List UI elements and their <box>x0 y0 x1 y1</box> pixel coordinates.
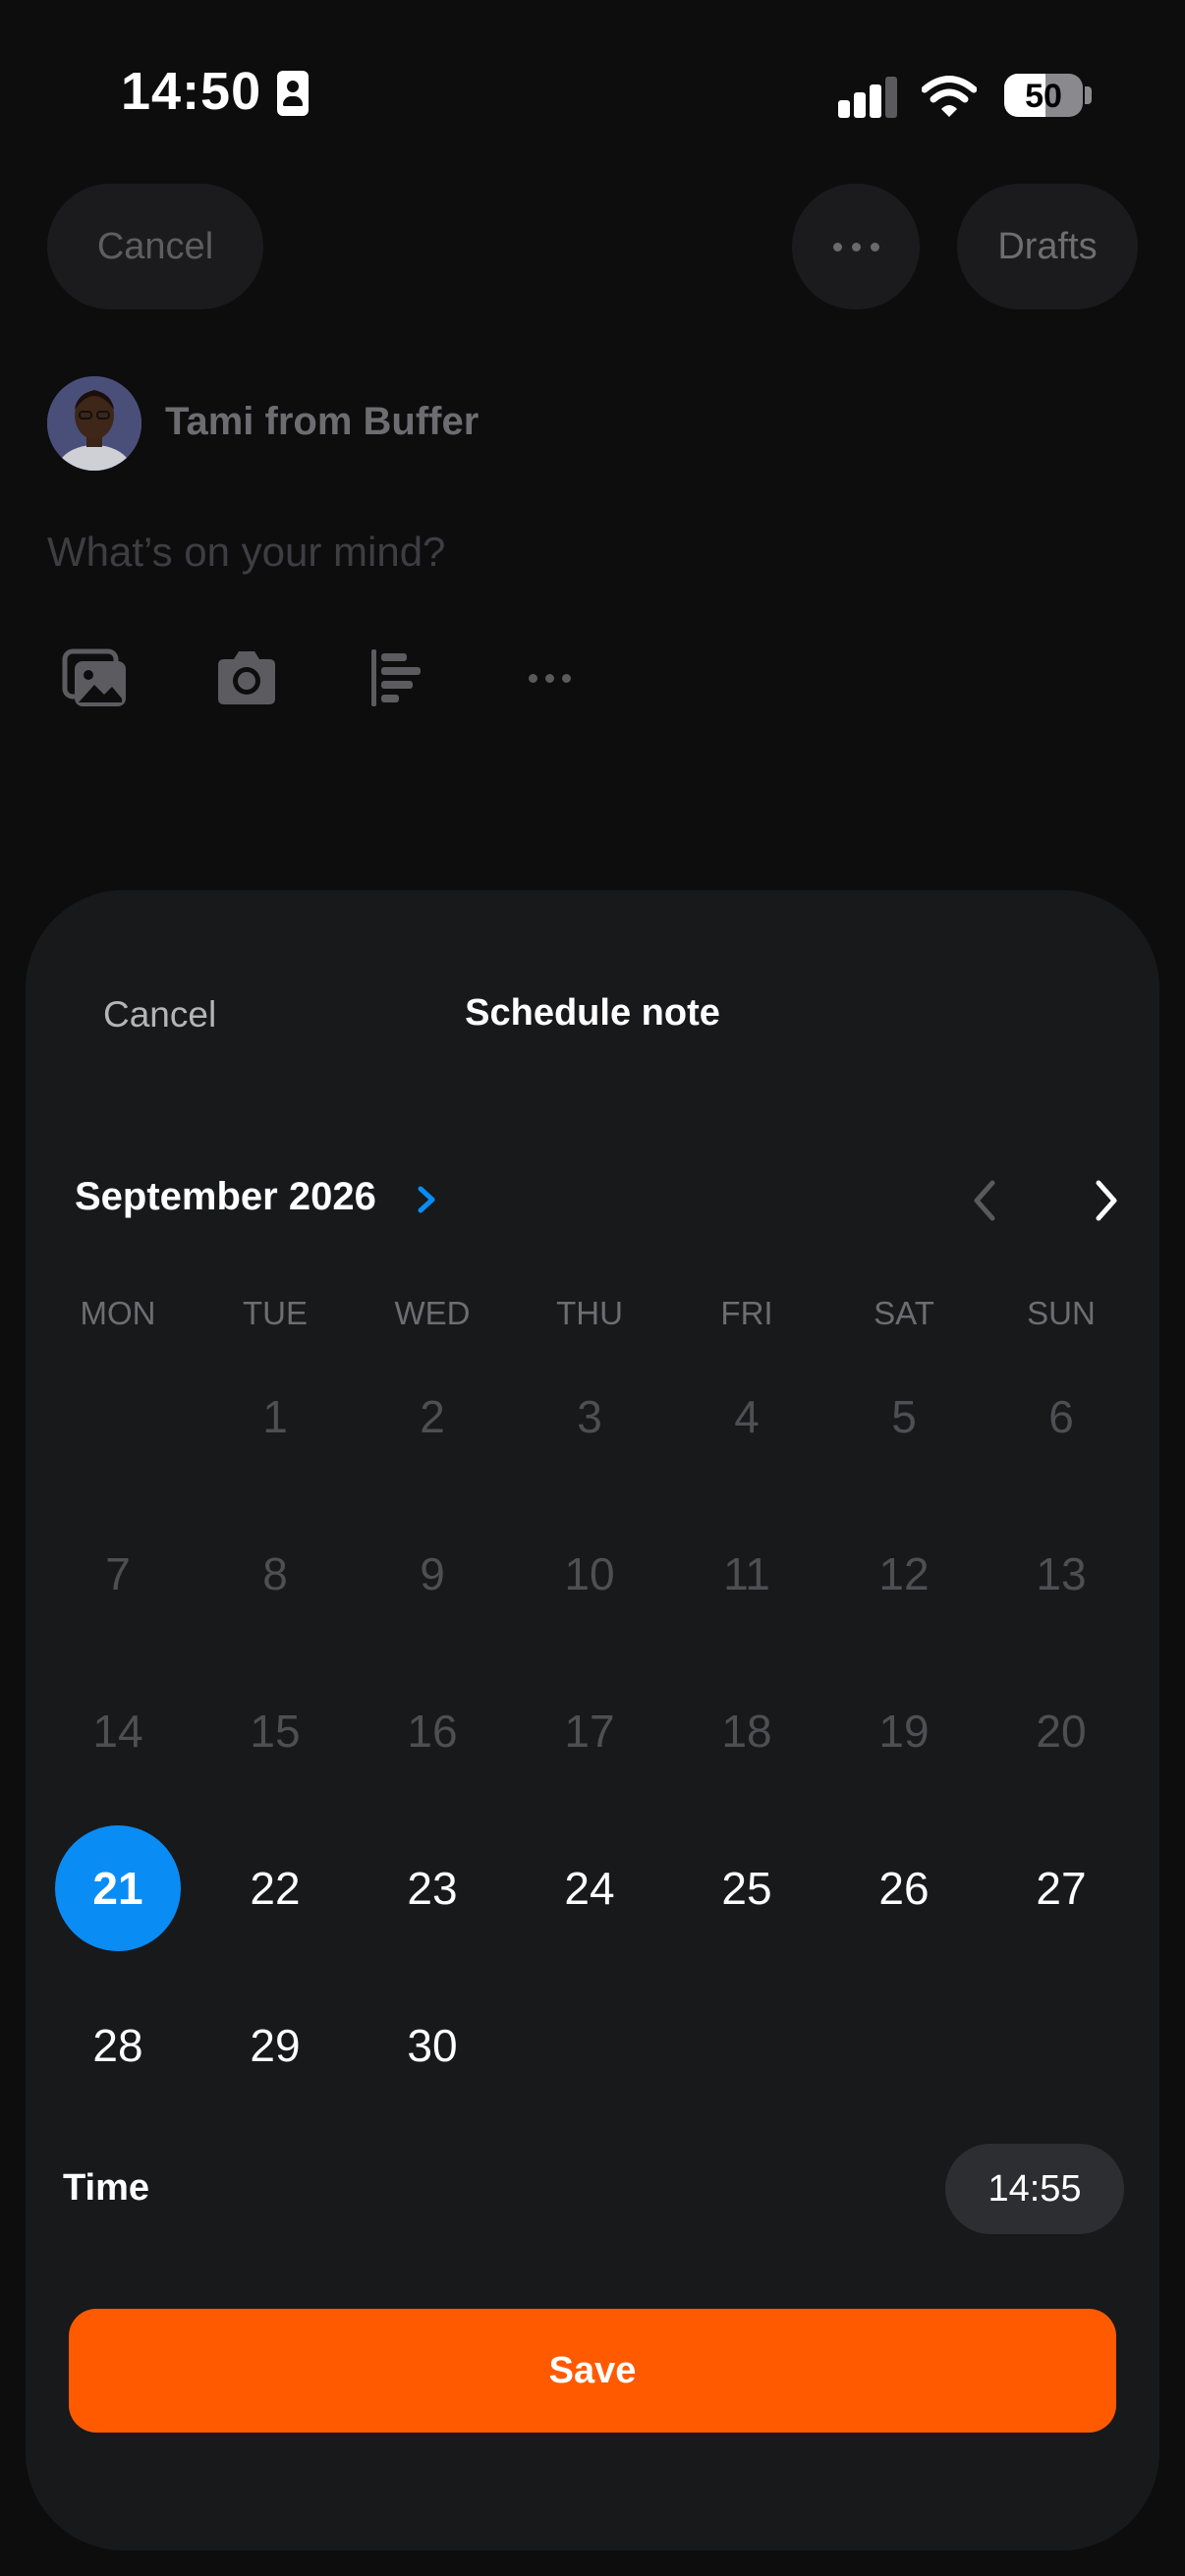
id-card-icon <box>277 71 309 116</box>
calendar-day: 18 <box>721 1706 772 1757</box>
chevron-right-icon[interactable] <box>1081 1173 1130 1228</box>
author-name: Tami from Buffer <box>165 400 480 443</box>
sheet-title: Schedule note <box>465 992 720 1034</box>
calendar-day-selected[interactable]: 21 <box>55 1825 181 1951</box>
battery-level: 50 <box>1025 78 1062 115</box>
calendar-day: 4 <box>734 1391 760 1442</box>
calendar-day: 9 <box>420 1548 445 1599</box>
calendar-day[interactable]: 26 <box>841 1825 967 1951</box>
more-icon[interactable] <box>525 644 593 712</box>
month-label[interactable]: September 2026 <box>75 1175 376 1219</box>
calendar-day: 7 <box>105 1548 131 1599</box>
drafts-button[interactable]: Drafts <box>957 184 1138 309</box>
poll-icon[interactable] <box>366 644 434 712</box>
calendar-day: 1 <box>262 1391 288 1442</box>
calendar-day: 11 <box>723 1548 770 1599</box>
time-label: Time <box>63 2167 150 2209</box>
avatar <box>47 376 141 471</box>
ellipsis-icon <box>832 242 842 252</box>
ellipsis-icon <box>851 242 861 252</box>
calendar-day[interactable]: 30 <box>369 1983 495 2108</box>
save-button[interactable]: Save <box>69 2309 1116 2433</box>
weekday-label: THU <box>556 1295 623 1331</box>
calendar-day: 3 <box>577 1391 602 1442</box>
ellipsis-icon <box>870 242 879 252</box>
status-time: 14:50 <box>121 62 262 121</box>
calendar-day: 14 <box>92 1706 143 1757</box>
calendar-day: 6 <box>1048 1391 1074 1442</box>
calendar-day: 2 <box>420 1391 445 1442</box>
calendar-day: 12 <box>878 1548 930 1599</box>
camera-icon[interactable] <box>212 644 281 712</box>
photo-library-icon[interactable] <box>61 644 130 712</box>
calendar-day: 10 <box>564 1548 615 1599</box>
calendar-day[interactable]: 28 <box>55 1983 181 2108</box>
weekday-label: SAT <box>874 1295 934 1331</box>
composer-more-button[interactable] <box>792 184 920 309</box>
calendar-day[interactable]: 25 <box>684 1825 810 1951</box>
calendar-day[interactable]: 24 <box>527 1825 652 1951</box>
composer-cancel-button[interactable]: Cancel <box>47 184 263 309</box>
battery-cap <box>1085 86 1092 104</box>
signal-icon <box>838 77 899 118</box>
calendar-day: 20 <box>1036 1706 1087 1757</box>
battery-icon: 50 <box>1004 74 1083 117</box>
calendar-day: 17 <box>564 1706 615 1757</box>
wifi-icon <box>922 76 977 117</box>
weekday-label: SUN <box>1027 1295 1096 1331</box>
calendar-day: 16 <box>407 1706 458 1757</box>
chevron-left-icon[interactable] <box>961 1173 1010 1228</box>
calendar-day[interactable]: 22 <box>212 1825 338 1951</box>
calendar-day: 19 <box>878 1706 930 1757</box>
calendar-day[interactable]: 29 <box>212 1983 338 2108</box>
time-picker[interactable]: 14:55 <box>945 2144 1124 2234</box>
weekday-label: WED <box>394 1295 471 1331</box>
weekday-label: TUE <box>243 1295 308 1331</box>
calendar-day: 5 <box>891 1391 917 1442</box>
weekday-label: MON <box>80 1295 156 1331</box>
calendar-day: 8 <box>262 1548 288 1599</box>
calendar-day[interactable]: 27 <box>998 1825 1124 1951</box>
calendar-day: 13 <box>1036 1548 1087 1599</box>
compose-input[interactable]: What’s on your mind? <box>47 529 445 576</box>
calendar-day[interactable]: 23 <box>369 1825 495 1951</box>
weekday-label: FRI <box>720 1295 773 1331</box>
calendar-day: 15 <box>250 1706 301 1757</box>
chevron-right-icon[interactable] <box>409 1175 444 1224</box>
